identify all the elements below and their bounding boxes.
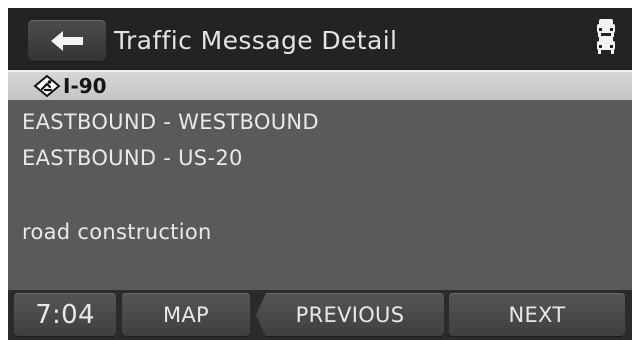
selected-road-row: I-90: [8, 70, 632, 100]
previous-label: PREVIOUS: [295, 302, 405, 327]
header-bar: Traffic Message Detail: [8, 8, 632, 70]
map-button[interactable]: MAP: [122, 293, 250, 337]
map-label: MAP: [162, 302, 210, 327]
clock-text: 7:04: [35, 300, 95, 330]
direction-line-2: EASTBOUND - US-20: [22, 146, 243, 170]
clock-display: 7:04: [14, 293, 116, 337]
page-title: Traffic Message Detail: [114, 26, 398, 55]
road-construction-icon: [33, 74, 61, 98]
road-name: I-90: [63, 74, 107, 98]
left-arrow-icon: [51, 31, 83, 51]
footer-bar: 7:04 MAP PREVIOUS NEXT: [8, 290, 632, 340]
next-button[interactable]: NEXT: [449, 293, 625, 337]
direction-line-1: EASTBOUND - WESTBOUND: [22, 110, 319, 134]
incident-type: road construction: [22, 220, 212, 244]
previous-button[interactable]: PREVIOUS: [256, 293, 444, 337]
next-label: NEXT: [508, 302, 566, 327]
traffic-cars-icon: [597, 19, 615, 54]
traffic-detail-screen: Traffic Message Detail I-90 EASTBOUND - …: [8, 8, 632, 340]
back-button[interactable]: [28, 20, 106, 62]
